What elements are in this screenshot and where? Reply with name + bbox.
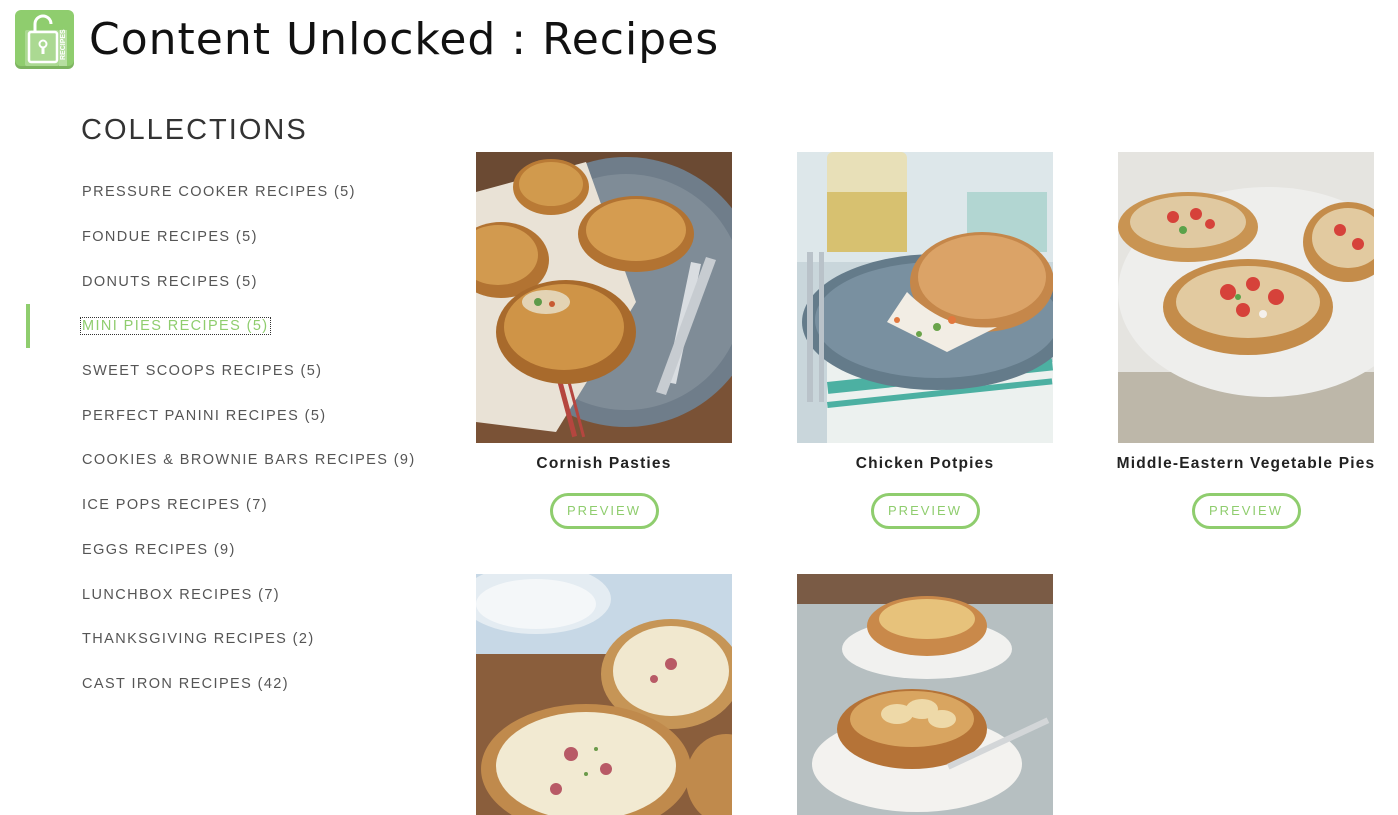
active-indicator xyxy=(26,304,30,349)
apple-pies-photo[interactable] xyxy=(797,574,1053,815)
collection-item-lunchbox: LUNCHBOX RECIPES (7) xyxy=(81,572,417,617)
vegetable-pies-photo[interactable] xyxy=(1118,152,1374,443)
preview-button[interactable]: PREVIEW xyxy=(549,493,659,529)
recipe-card: Chicken Potpies PREVIEW xyxy=(797,152,1053,529)
collection-item-cast-iron: CAST IRON RECIPES (42) xyxy=(81,662,417,707)
collections-heading: COLLECTIONS xyxy=(81,114,308,146)
collection-link[interactable]: THANKSGIVING RECIPES (2) xyxy=(81,631,316,647)
recipe-card xyxy=(476,574,732,815)
collection-item-ice-pops: ICE POPS RECIPES (7) xyxy=(81,483,417,528)
cornish-pasties-photo[interactable] xyxy=(476,152,732,443)
preview-button[interactable]: PREVIEW xyxy=(870,493,980,529)
unlocked-book-icon: RECIPES xyxy=(25,14,67,66)
collection-link[interactable]: PRESSURE COOKER RECIPES (5) xyxy=(81,184,357,200)
recipe-title[interactable]: Middle-Eastern Vegetable Pies xyxy=(1106,455,1386,473)
collection-link[interactable]: SWEET SCOOPS RECIPES (5) xyxy=(81,363,323,379)
recipe-title[interactable]: Chicken Potpies xyxy=(797,455,1053,473)
collection-item-donuts: DONUTS RECIPES (5) xyxy=(81,259,417,304)
recipe-card: Middle-Eastern Vegetable Pies PREVIEW xyxy=(1117,152,1374,529)
recipe-card xyxy=(797,574,1053,815)
collection-link[interactable]: EGGS RECIPES (9) xyxy=(81,542,237,558)
chicken-potpies-photo[interactable] xyxy=(797,152,1053,443)
collection-link-active[interactable]: MINI PIES RECIPES (5) xyxy=(80,317,271,336)
collection-item-pressure-cooker: PRESSURE COOKER RECIPES (5) xyxy=(81,170,417,215)
collection-item-sweet-scoops: SWEET SCOOPS RECIPES (5) xyxy=(81,349,417,394)
collection-link[interactable]: FONDUE RECIPES (5) xyxy=(81,229,259,245)
collection-link[interactable]: DONUTS RECIPES (5) xyxy=(81,274,259,290)
quiche-photo[interactable] xyxy=(476,574,732,815)
collection-item-thanksgiving: THANKSGIVING RECIPES (2) xyxy=(81,617,417,662)
preview-button[interactable]: PREVIEW xyxy=(1191,493,1301,529)
recipe-card: Cornish Pasties PREVIEW xyxy=(476,152,732,529)
logo[interactable]: RECIPES xyxy=(15,10,74,69)
collection-item-eggs: EGGS RECIPES (9) xyxy=(81,528,417,573)
logo-text: RECIPES xyxy=(60,29,67,60)
collection-link[interactable]: LUNCHBOX RECIPES (7) xyxy=(81,587,281,603)
collection-link[interactable]: ICE POPS RECIPES (7) xyxy=(81,497,269,513)
page-title: Content Unlocked : Recipes xyxy=(89,13,720,65)
recipe-title[interactable]: Cornish Pasties xyxy=(476,455,732,473)
collection-link[interactable]: COOKIES & BROWNIE BARS RECIPES (9) xyxy=(81,452,417,468)
collections-list: PRESSURE COOKER RECIPES (5) FONDUE RECIP… xyxy=(26,170,417,707)
collection-link[interactable]: PERFECT PANINI RECIPES (5) xyxy=(81,408,328,424)
page-header: RECIPES Content Unlocked : Recipes xyxy=(15,10,719,69)
collection-item-cookies-brownie: COOKIES & BROWNIE BARS RECIPES (9) xyxy=(81,438,417,483)
collection-item-fondue: FONDUE RECIPES (5) xyxy=(81,215,417,260)
collection-link[interactable]: CAST IRON RECIPES (42) xyxy=(81,676,290,692)
collection-item-perfect-panini: PERFECT PANINI RECIPES (5) xyxy=(81,393,417,438)
collection-item-mini-pies: MINI PIES RECIPES (5) xyxy=(26,304,417,349)
